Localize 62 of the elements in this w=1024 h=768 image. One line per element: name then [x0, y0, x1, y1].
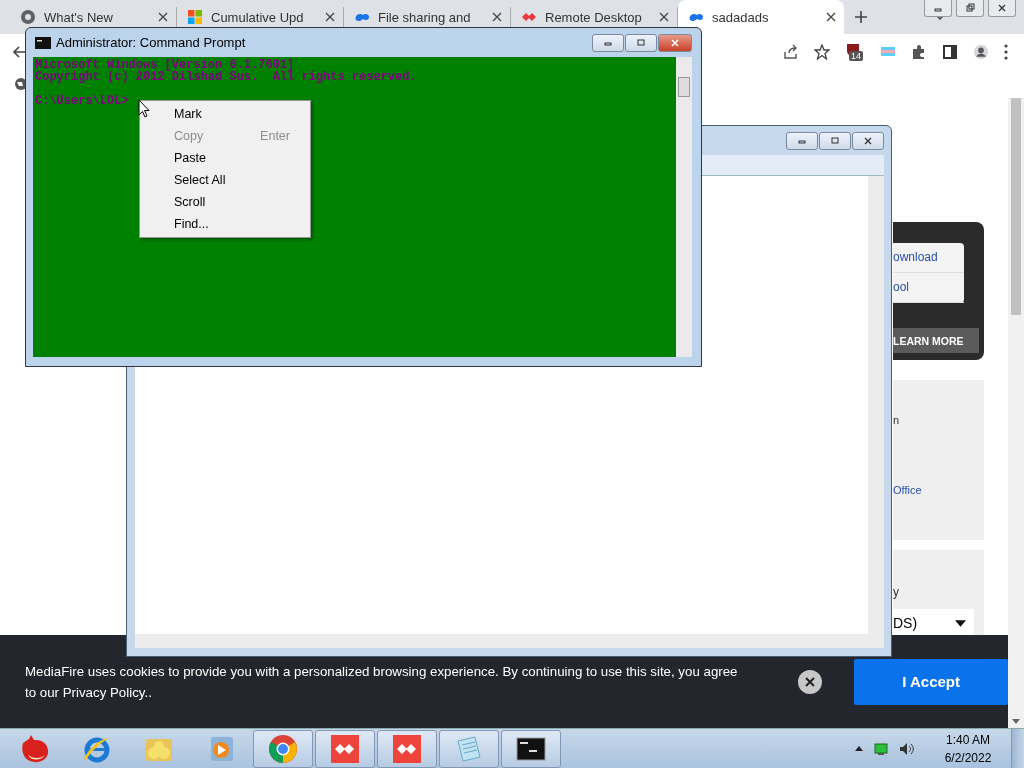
clock-date: 6/2/2022	[944, 749, 992, 767]
taskbar-app[interactable]	[501, 729, 561, 768]
office-link[interactable]: Office	[893, 484, 984, 496]
caret-icon	[955, 619, 966, 627]
menu-link[interactable]: ool	[893, 273, 964, 303]
minimize-button[interactable]	[786, 131, 818, 150]
menu-icon[interactable]	[1004, 44, 1008, 60]
close-icon[interactable]	[492, 12, 502, 22]
tray-arrow-icon[interactable]	[855, 746, 863, 751]
maximize-button[interactable]	[625, 33, 657, 52]
close-icon	[670, 38, 680, 47]
dropdown[interactable]: DS)	[893, 609, 974, 637]
maximize-icon	[636, 38, 646, 47]
scrollbar[interactable]	[135, 634, 884, 648]
window-title: Administrator: Command Prompt	[56, 35, 246, 50]
menu-item[interactable]: Paste	[140, 147, 310, 169]
console-line: Copyright (c) 2012 Dilshad Sus. All rights reserved.	[35, 70, 417, 84]
profile-icon[interactable]	[973, 44, 989, 60]
cookie-text: MediaFire uses cookies to provide you with a personalized browsing experience. By continuing to use this site, you agree to our Privacy Policy..	[25, 662, 739, 702]
side-panel-icon[interactable]	[942, 44, 958, 60]
back-icon[interactable]	[12, 45, 26, 59]
scrollbar[interactable]	[868, 176, 884, 634]
share-icon[interactable]	[783, 44, 799, 60]
scroll-down-icon[interactable]	[1012, 719, 1020, 724]
mouse-pointer-icon	[138, 99, 150, 118]
maximize-icon	[830, 136, 840, 145]
maximize-button[interactable]	[819, 131, 851, 150]
restore-icon	[965, 3, 975, 13]
clock[interactable]: 1:40 AM 6/2/2022	[935, 730, 1001, 767]
field-label: y	[893, 585, 900, 599]
scrollbar[interactable]	[676, 57, 692, 357]
scroll-thumb[interactable]	[1011, 98, 1021, 315]
close-icon	[997, 3, 1007, 13]
windows-icon	[187, 9, 203, 25]
console-prompt: C:\Users\LOL>	[35, 94, 129, 108]
accept-button[interactable]: I Accept	[854, 658, 1008, 705]
puzzle-icon[interactable]	[911, 44, 927, 60]
menu-item[interactable]: Select All	[140, 169, 310, 191]
browser-tab[interactable]: sadadads	[678, 0, 844, 34]
speaker-icon[interactable]	[899, 741, 915, 756]
menu-link[interactable]: ownload	[893, 243, 964, 273]
clock-time: 1:40 AM	[946, 731, 990, 749]
scrollbar[interactable]	[1008, 98, 1024, 728]
console-line: Microsoft Windows [Version 6.1.7601]	[35, 58, 295, 72]
menu-item[interactable]: Scroll	[140, 191, 310, 213]
network-icon[interactable]	[873, 741, 889, 756]
menu-item[interactable]: Find...	[140, 213, 310, 235]
new-tab-icon[interactable]	[854, 10, 868, 24]
console-icon	[35, 36, 51, 49]
close-icon[interactable]	[826, 12, 836, 22]
close-icon[interactable]	[325, 12, 335, 22]
close-icon	[863, 136, 873, 145]
minimize-button[interactable]	[592, 33, 624, 52]
count-badge: 14	[849, 51, 863, 61]
close-icon[interactable]	[798, 669, 823, 694]
learn-more-button[interactable]: LEARN MORE	[893, 328, 979, 353]
close-icon[interactable]	[659, 12, 669, 22]
restore-button[interactable]	[956, 0, 984, 17]
panel-text: n	[893, 414, 901, 426]
star-icon[interactable]	[814, 44, 830, 60]
close-button[interactable]	[988, 0, 1016, 17]
close-icon[interactable]	[158, 12, 168, 22]
